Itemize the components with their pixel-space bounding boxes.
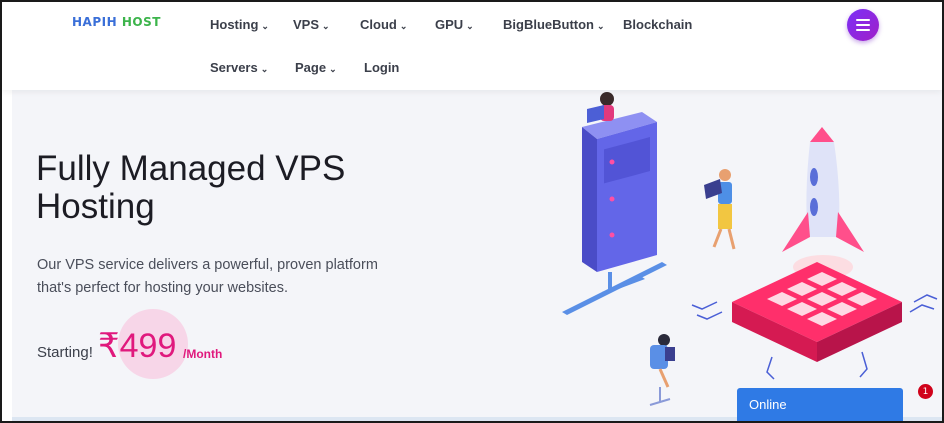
logo-text-primary: HAPIH	[72, 15, 118, 29]
hero-desc-line1: Our VPS service delivers a powerful, pro…	[37, 257, 378, 273]
nav-hosting[interactable]: Hosting ⌄	[210, 17, 269, 32]
nav-page[interactable]: Page ⌄	[295, 60, 337, 75]
server-tower-illustration	[562, 92, 667, 315]
chevron-down-icon: ⌄	[596, 21, 605, 31]
nav-login[interactable]: Login	[364, 60, 399, 75]
person-sitting-illustration	[649, 334, 675, 406]
nav-cloud[interactable]: Cloud ⌄	[360, 17, 407, 32]
nav-servers[interactable]: Servers ⌄	[210, 60, 268, 75]
chip-illustration	[691, 262, 938, 380]
price-unit: /Month	[183, 347, 223, 361]
nav-label: Blockchain	[623, 17, 693, 32]
person-with-laptop-illustration	[704, 169, 736, 250]
rocket-illustration	[782, 127, 864, 279]
chevron-down-icon: ⌄	[466, 21, 474, 31]
browser-frame: HAPIH HOST Hosting ⌄ VPS ⌄ Cloud ⌄ GPU ⌄ Big…	[0, 0, 944, 423]
nav-label: GPU	[435, 17, 464, 32]
nav-label: BigBlueButton	[503, 17, 594, 32]
hero-title-line1: Fully Managed VPS	[36, 149, 346, 188]
nav-label: Login	[364, 60, 400, 75]
hamburger-icon	[856, 19, 870, 31]
chat-label: Online	[749, 397, 787, 412]
hero-title-line2: Hosting	[36, 187, 155, 226]
chevron-down-icon: ⌄	[322, 21, 330, 31]
nav-bigbluebutton[interactable]: BigBlueButton ⌄	[503, 17, 605, 32]
nav-label: Hosting	[210, 17, 259, 32]
hero-desc-line2: that's perfect for hosting your websites…	[37, 280, 289, 296]
chevron-down-icon: ⌄	[329, 64, 337, 74]
nav-label: VPS	[293, 17, 320, 32]
notification-badge: 1	[918, 384, 933, 399]
hero-title: Fully Managed VPS Hosting	[36, 150, 436, 226]
hero-description: Our VPS service delivers a powerful, pro…	[37, 254, 397, 300]
site-header: HAPIH HOST Hosting ⌄ VPS ⌄ Cloud ⌄ GPU ⌄ Big…	[2, 2, 942, 90]
chevron-down-icon: ⌄	[399, 21, 408, 31]
menu-button[interactable]	[847, 9, 879, 41]
nav-gpu[interactable]: GPU ⌄	[435, 17, 474, 32]
nav-blockchain[interactable]: Blockchain	[623, 17, 692, 32]
price-value: ₹499	[98, 327, 177, 365]
nav-label: Cloud	[360, 17, 397, 32]
nav-label: Servers	[210, 60, 258, 75]
chevron-down-icon: ⌄	[260, 64, 269, 74]
nav-label: Page	[295, 60, 327, 75]
logo-text-secondary: HOST	[117, 15, 161, 29]
online-chat-widget[interactable]: Online	[737, 388, 903, 421]
badge-count: 1	[922, 386, 929, 397]
nav-vps[interactable]: VPS ⌄	[293, 17, 330, 32]
price-label: Starting!	[37, 344, 93, 361]
site-logo[interactable]: HAPIH HOST	[72, 15, 161, 29]
chevron-down-icon: ⌄	[261, 21, 269, 31]
hero-illustration	[562, 92, 938, 406]
